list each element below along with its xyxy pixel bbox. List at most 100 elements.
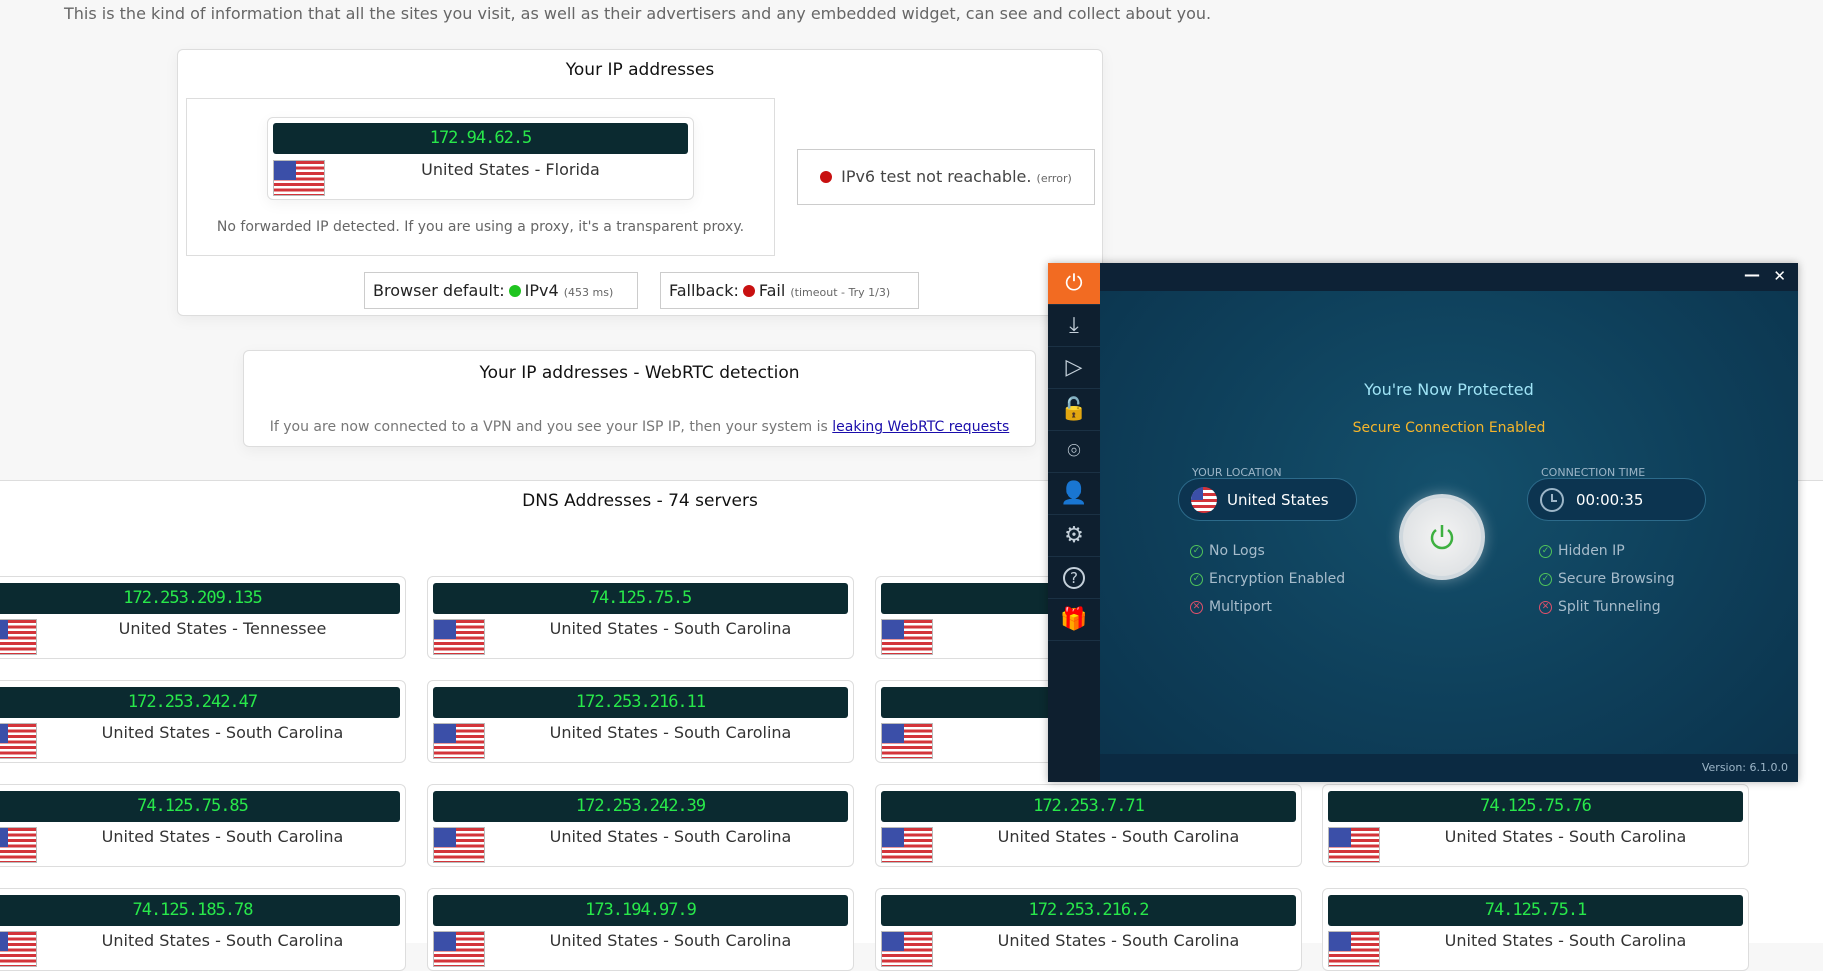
us-flag-icon — [881, 931, 933, 967]
us-flag-icon — [433, 619, 485, 655]
dns-card: 74.125.185.78 United States - South Carol… — [0, 888, 406, 971]
dns-card: 172.253.7.71 United States - South Caroli… — [875, 784, 1302, 867]
dns-card: 172.253.216.11 United States - South Caro… — [427, 680, 854, 763]
dns-card: 172.253.242.47 United States - South Caro… — [0, 680, 406, 763]
x-circle-icon: ✕ — [1190, 600, 1203, 614]
webrtc-title: Your IP addresses - WebRTC detection — [479, 363, 800, 383]
dns-location: United States - Tennessee — [118, 619, 327, 638]
dns-ip: 173.194.97.9 — [433, 895, 848, 926]
location-value: United States — [1227, 490, 1329, 509]
dns-card: 172.253.242.39 United States - South Caro… — [427, 784, 854, 867]
us-flag-icon — [433, 931, 485, 967]
dns-location: United States - South Carolina — [1444, 827, 1687, 846]
sidebar-user[interactable]: 👤 — [1048, 473, 1100, 515]
sidebar-lock[interactable]: 🔓 — [1048, 389, 1100, 431]
error-dot-icon — [820, 171, 832, 183]
user-icon: 👤 — [1060, 481, 1088, 506]
feature-item: ✓ Encryption Enabled — [1190, 571, 1345, 587]
us-flag-icon — [0, 931, 37, 967]
fallback-value: Fail — [758, 281, 786, 300]
feature-label: Multiport — [1209, 599, 1272, 615]
connect-power-button[interactable] — [1399, 494, 1485, 580]
vpn-footer: Version: 6.1.0.0 — [1100, 754, 1798, 782]
sidebar-power[interactable]: ⏻ — [1048, 263, 1100, 305]
close-button[interactable]: ✕ — [1773, 267, 1786, 285]
dns-card: 74.125.75.5 United States - South Carolin… — [427, 576, 854, 659]
us-flag-icon — [1328, 931, 1380, 967]
fallback-box: Fallback: Fail (timeout - Try 1/3) — [660, 272, 919, 309]
dns-location: United States - South Carolina — [101, 931, 344, 950]
dns-ip: 172.253.242.39 — [433, 791, 848, 822]
browser-default-value: IPv4 — [524, 281, 559, 300]
location-selector[interactable]: United States — [1178, 478, 1357, 521]
gift-icon: 🎁 — [1060, 607, 1088, 632]
dns-ip: 172.253.209.135 — [0, 583, 400, 614]
ipv6-box: IPv6 test not reachable. (error) — [797, 149, 1095, 205]
webrtc-leak-link[interactable]: leaking WebRTC requests — [832, 419, 1009, 435]
check-circle-icon: ✓ — [1539, 544, 1552, 558]
dns-ip: 74.125.75.5 — [433, 583, 848, 614]
status-subtitle: Secure Connection Enabled — [1352, 420, 1546, 436]
help-icon: ? — [1063, 566, 1085, 589]
dns-ip: 74.125.75.76 — [1328, 791, 1743, 822]
feature-item: ✓ Hidden IP — [1539, 543, 1625, 559]
vpn-window: ⏻ ⤓ ▷ 🔓 ⌾ 👤 ⚙? 🎁 — ✕ You're Now Protected Secur… — [1048, 263, 1798, 782]
us-flag-icon — [1328, 827, 1380, 863]
browser-default-label: Browser default: — [373, 281, 505, 300]
us-flag-icon — [1191, 486, 1217, 513]
browser-default-note: (453 ms) — [563, 286, 614, 299]
version-text: Version: 6.1.0.0 — [1701, 761, 1788, 774]
vpn-main: You're Now Protected Secure Connection E… — [1100, 291, 1798, 782]
us-flag-icon — [433, 827, 485, 863]
us-flag-icon — [881, 723, 933, 759]
minimize-button[interactable]: — — [1744, 265, 1760, 284]
dns-card: 74.125.75.1 United States - South Carolin… — [1322, 888, 1749, 971]
power-icon — [1430, 525, 1454, 550]
ip-panel-title: Your IP addresses — [565, 60, 715, 80]
dns-ip: 74.125.75.1 — [1328, 895, 1743, 926]
ipv6-text: IPv6 test not reachable. — [841, 167, 1032, 186]
intro-text: This is the kind of information that all… — [64, 4, 1212, 23]
feature-label: Secure Browsing — [1558, 571, 1675, 587]
dns-card: 172.253.216.2 United States - South Carol… — [875, 888, 1302, 971]
feature-item: ✓ Secure Browsing — [1539, 571, 1675, 587]
sidebar-play[interactable]: ▷ — [1048, 347, 1100, 389]
sidebar-gift[interactable]: 🎁 — [1048, 599, 1100, 641]
webrtc-note: If you are now connected to a VPN and yo… — [269, 419, 828, 435]
ip-panel: Your IP addresses 172.94.62.5 United Sta… — [177, 49, 1103, 316]
download-icon: ⤓ — [1069, 313, 1079, 338]
dns-location: United States - South Carolina — [101, 827, 344, 846]
us-flag-icon — [0, 827, 37, 863]
dns-location: United States - South Carolina — [549, 827, 792, 846]
feature-label: Encryption Enabled — [1209, 571, 1346, 587]
connection-time: 00:00:35 — [1527, 478, 1706, 521]
dns-location: United States - South Carolina — [997, 827, 1240, 846]
feature-label: Split Tunneling — [1558, 599, 1661, 615]
us-flag-icon — [433, 723, 485, 759]
feature-item: ✕ Multiport — [1190, 599, 1272, 615]
dns-card: 74.125.75.76 United States - South Caroli… — [1322, 784, 1749, 867]
sidebar-download[interactable]: ⤓ — [1048, 305, 1100, 347]
us-flag-icon — [881, 619, 933, 655]
browser-default-box: Browser default: IPv4 (453 ms) — [364, 272, 638, 309]
ipv6-note: (error) — [1036, 172, 1072, 185]
sidebar-gear[interactable]: ⚙ — [1048, 515, 1100, 557]
error-dot-icon — [742, 285, 755, 297]
feature-item: ✕ Split Tunneling — [1539, 599, 1661, 615]
clock-icon — [1540, 487, 1564, 512]
power-icon: ⏻ — [1065, 271, 1083, 296]
forwarded-note: No forwarded IP detected. If you are usi… — [216, 219, 745, 235]
play-icon: ▷ — [1065, 355, 1083, 380]
dns-card: 74.125.75.85 United States - South Caroli… — [0, 784, 406, 867]
sidebar-ip-location[interactable]: ⌾ — [1048, 431, 1100, 473]
ipv4-box: 172.94.62.5 United States - Florida No f… — [186, 98, 775, 256]
x-circle-icon: ✕ — [1539, 600, 1552, 614]
sidebar-help[interactable]: ? — [1048, 557, 1100, 599]
ip-address: 172.94.62.5 — [273, 123, 688, 154]
ip-location-icon: ⌾ — [1067, 439, 1081, 464]
ip-location: United States - Florida — [421, 160, 600, 179]
dns-location: United States - South Carolina — [997, 931, 1240, 950]
dns-ip: 172.253.216.2 — [881, 895, 1296, 926]
feature-label: Hidden IP — [1558, 543, 1625, 559]
dns-location: United States - South Carolina — [549, 619, 792, 638]
